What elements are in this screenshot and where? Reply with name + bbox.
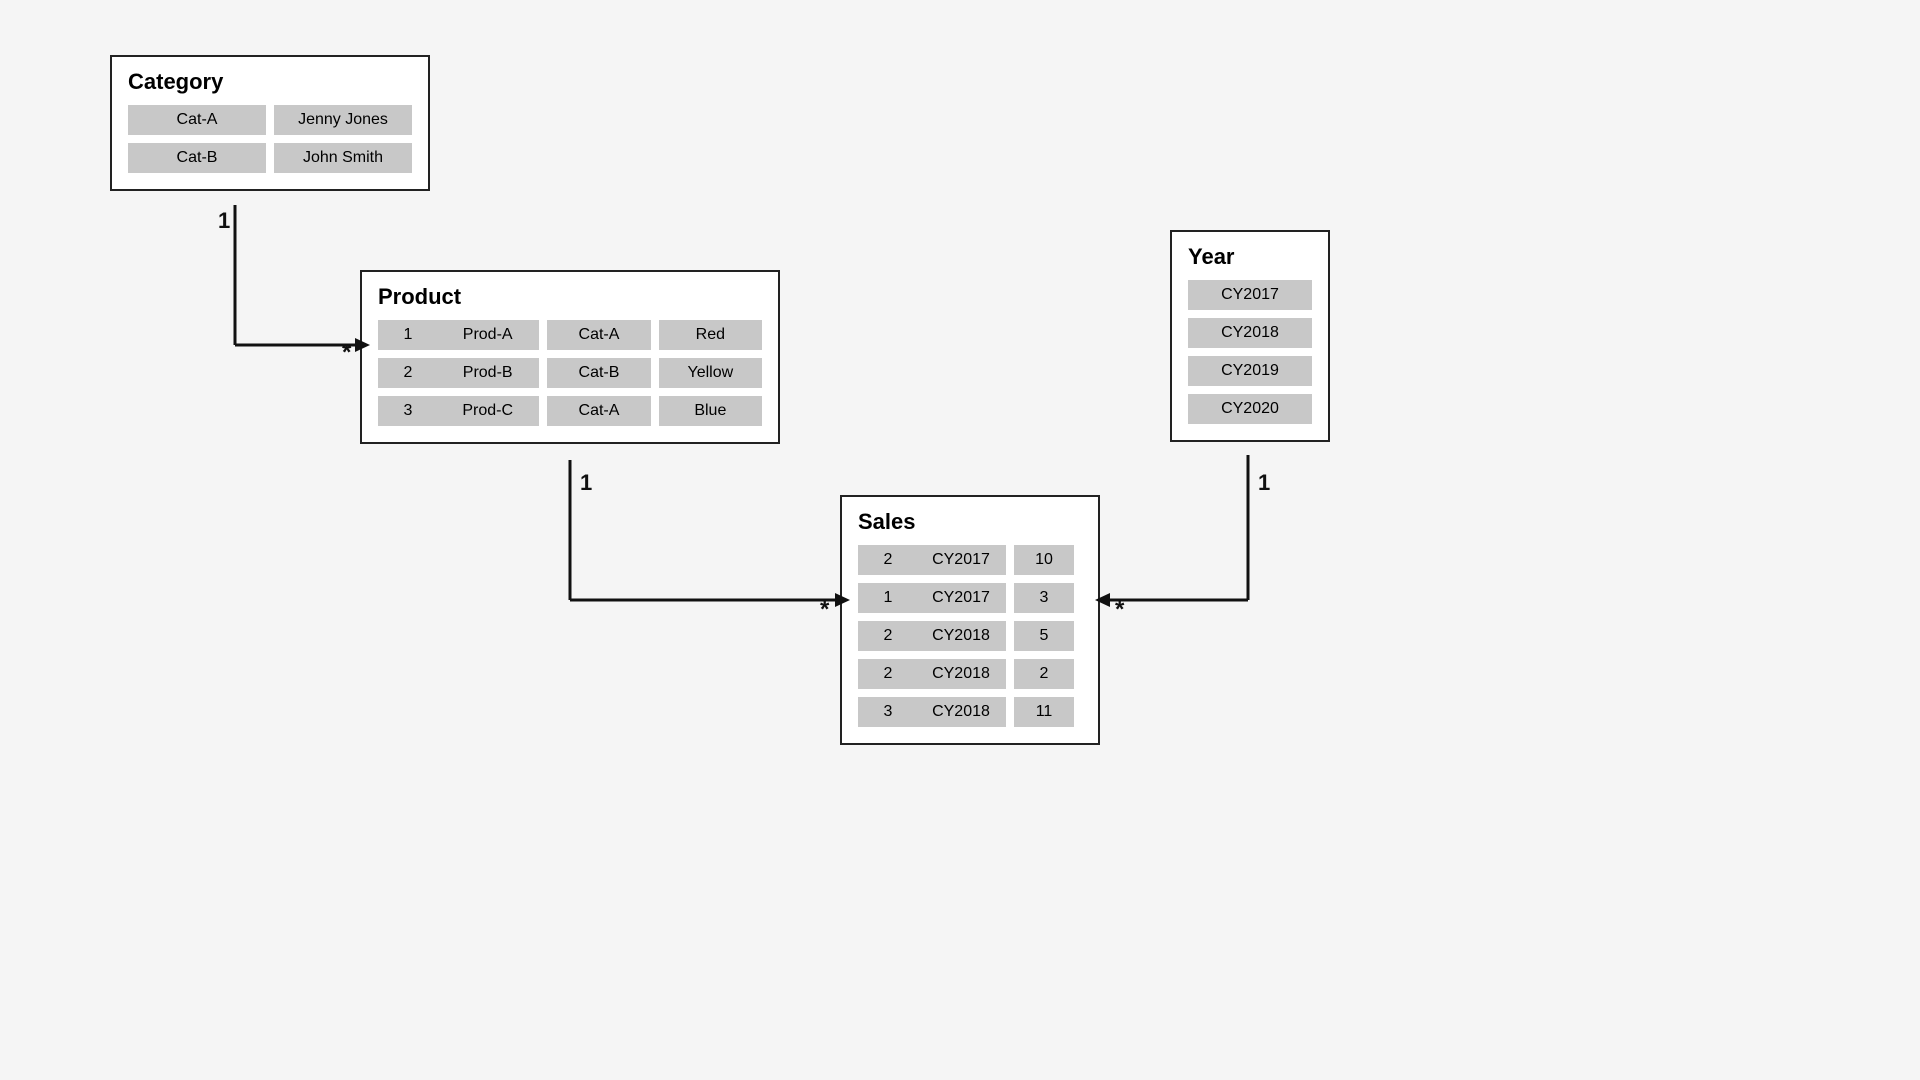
year-cell: CY2020 bbox=[1188, 394, 1312, 424]
product-cell: 3 bbox=[378, 396, 438, 426]
sales-cell: CY2017 bbox=[916, 545, 1006, 575]
sales-cell: 10 bbox=[1014, 545, 1074, 575]
sales-cell: 2 bbox=[1014, 659, 1074, 689]
product-title: Product bbox=[378, 284, 762, 310]
sales-cell: CY2018 bbox=[916, 621, 1006, 651]
year-grid: CY2017 CY2018 CY2019 CY2020 bbox=[1188, 280, 1312, 424]
year-title: Year bbox=[1188, 244, 1312, 270]
product-cell: Prod-C bbox=[436, 396, 539, 426]
sales-cell: 1 bbox=[858, 583, 918, 613]
sales-cell: 11 bbox=[1014, 697, 1074, 727]
sales-grid: 2 CY2017 10 1 CY2017 3 2 CY2018 5 2 CY20… bbox=[858, 545, 1082, 727]
sales-cell: 2 bbox=[858, 659, 918, 689]
category-cell: Cat-A bbox=[128, 105, 266, 135]
year-to-sales-many-label: * bbox=[1115, 596, 1125, 623]
sales-cell: CY2018 bbox=[916, 697, 1006, 727]
category-cell: John Smith bbox=[274, 143, 412, 173]
category-grid: Cat-A Jenny Jones Cat-B John Smith bbox=[128, 105, 412, 173]
category-title: Category bbox=[128, 69, 412, 95]
product-cell: Cat-A bbox=[547, 320, 650, 350]
sales-cell: CY2017 bbox=[916, 583, 1006, 613]
sales-cell: 3 bbox=[1014, 583, 1074, 613]
category-cell: Jenny Jones bbox=[274, 105, 412, 135]
year-table: Year CY2017 CY2018 CY2019 CY2020 bbox=[1170, 230, 1330, 442]
product-cell: Cat-A bbox=[547, 396, 650, 426]
sales-cell: 2 bbox=[858, 545, 918, 575]
product-cell: Prod-B bbox=[436, 358, 539, 388]
sales-cell: 2 bbox=[858, 621, 918, 651]
category-cell: Cat-B bbox=[128, 143, 266, 173]
cat-to-prod-many-label: * bbox=[342, 339, 352, 366]
sales-cell: CY2018 bbox=[916, 659, 1006, 689]
product-cell: Blue bbox=[659, 396, 762, 426]
year-cell: CY2017 bbox=[1188, 280, 1312, 310]
sales-cell: 5 bbox=[1014, 621, 1074, 651]
cat-to-prod-one-label: 1 bbox=[218, 208, 230, 233]
sales-title: Sales bbox=[858, 509, 1082, 535]
year-cell: CY2018 bbox=[1188, 318, 1312, 348]
product-grid: 1 Prod-A Cat-A Red 2 Prod-B Cat-B Yellow… bbox=[378, 320, 762, 426]
sales-table: Sales 2 CY2017 10 1 CY2017 3 2 CY2018 5 … bbox=[840, 495, 1100, 745]
prod-to-sales-many-label: * bbox=[820, 596, 830, 623]
product-cell: 1 bbox=[378, 320, 438, 350]
product-cell: Prod-A bbox=[436, 320, 539, 350]
category-table: Category Cat-A Jenny Jones Cat-B John Sm… bbox=[110, 55, 430, 191]
year-to-sales-one-label: 1 bbox=[1258, 470, 1270, 495]
product-cell: Red bbox=[659, 320, 762, 350]
product-table: Product 1 Prod-A Cat-A Red 2 Prod-B Cat-… bbox=[360, 270, 780, 444]
prod-to-sales-one-label: 1 bbox=[580, 470, 592, 495]
product-cell: Yellow bbox=[659, 358, 762, 388]
year-cell: CY2019 bbox=[1188, 356, 1312, 386]
product-cell: 2 bbox=[378, 358, 438, 388]
product-cell: Cat-B bbox=[547, 358, 650, 388]
sales-cell: 3 bbox=[858, 697, 918, 727]
